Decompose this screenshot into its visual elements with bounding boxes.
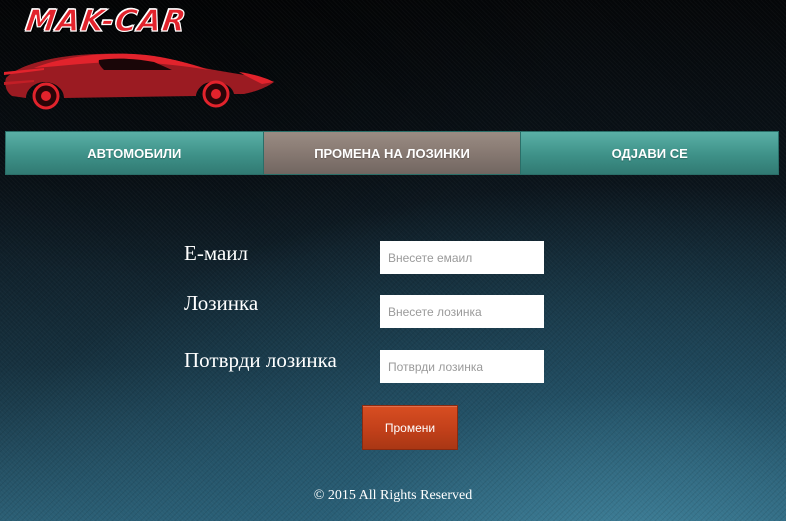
site-logo[interactable]: MAK-CAR (4, 3, 276, 110)
email-label: E-маил (184, 241, 249, 265)
main-nav: АВТОМОБИЛИ ПРОМЕНА НА ЛОЗИНКИ ОДЈАВИ СЕ (5, 131, 779, 175)
car-silhouette-icon (4, 53, 274, 110)
password-input[interactable] (380, 295, 544, 328)
nav-tab-logout[interactable]: ОДЈАВИ СЕ (521, 132, 779, 174)
email-input[interactable] (380, 241, 544, 274)
footer-copyright: © 2015 All Rights Reserved (313, 488, 473, 503)
password-label: Лозинка (184, 291, 259, 315)
confirm-password-input[interactable] (380, 350, 544, 383)
nav-tab-change-password[interactable]: ПРОМЕНА НА ЛОЗИНКИ (263, 132, 522, 174)
confirm-password-label: Потврди лозинка (184, 348, 337, 372)
change-password-button[interactable]: Промени (362, 405, 458, 450)
logo-text: MAK-CAR (23, 3, 190, 39)
nav-tab-cars[interactable]: АВТОМОБИЛИ (6, 132, 264, 174)
